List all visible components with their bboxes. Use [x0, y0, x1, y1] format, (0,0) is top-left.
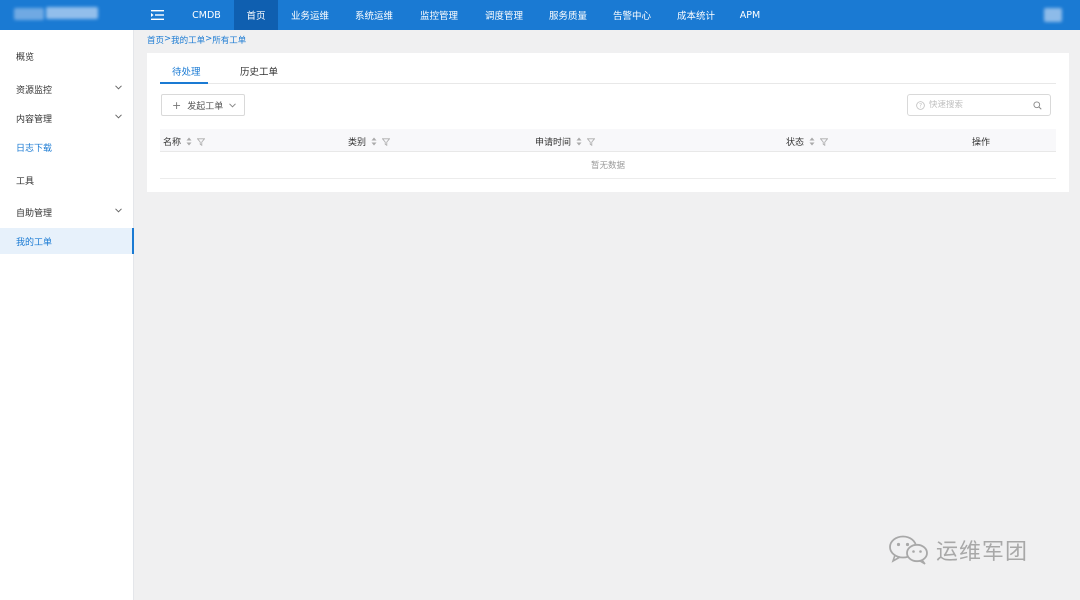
sidebar-item-label: 概览	[16, 52, 35, 63]
quick-search: ?	[907, 94, 1051, 116]
nav-item-monitoring[interactable]: 监控管理	[406, 0, 472, 30]
ticket-table: 名称 类别 申请时间 状态 操作 暂无数据	[160, 129, 1056, 179]
column-header-actions: 操作	[972, 135, 990, 148]
watermark: 运维军团	[888, 534, 1028, 566]
sidebar-item-label: 日志下载	[16, 143, 53, 154]
tab-active-indicator	[160, 82, 208, 84]
tab-history[interactable]: 历史工单	[240, 64, 278, 78]
column-label: 类别	[348, 138, 367, 148]
search-input[interactable]	[929, 100, 1029, 110]
breadcrumb-my-tickets[interactable]: 我的工单	[171, 34, 205, 46]
app-logo[interactable]	[0, 0, 135, 30]
table-empty-state: 暂无数据	[160, 152, 1056, 179]
column-header-category: 类别	[348, 135, 391, 148]
ticket-tabs: 待处理 历史工单	[160, 53, 1056, 84]
sidebar-item-tools[interactable]: 工具	[0, 167, 134, 193]
create-ticket-label: 发起工单	[187, 101, 224, 112]
chevron-down-icon	[115, 208, 122, 213]
svg-text:?: ?	[919, 103, 922, 109]
user-avatar[interactable]	[1044, 8, 1062, 22]
sidebar-item-my-tickets[interactable]: 我的工单	[0, 228, 134, 254]
sidebar-item-label: 资源监控	[16, 85, 53, 96]
column-label: 名称	[163, 138, 182, 148]
nav-item-cost-stats[interactable]: 成本统计	[664, 0, 728, 30]
nav-item-home[interactable]: 首页	[234, 0, 278, 30]
logo-image	[14, 8, 44, 20]
ticket-panel: 待处理 历史工单 + 发起工单 ? 名称 类别	[147, 53, 1069, 192]
help-circle-icon: ?	[916, 100, 925, 110]
wechat-icon	[889, 535, 928, 565]
sidebar-item-label: 内容管理	[16, 114, 53, 125]
sidebar-item-overview[interactable]: 概览	[0, 43, 134, 69]
create-ticket-button[interactable]: + 发起工单	[161, 94, 245, 116]
search-icon[interactable]	[1033, 101, 1042, 110]
chevron-down-icon	[229, 102, 237, 108]
nav-item-cmdb[interactable]: CMDB	[179, 0, 234, 30]
sidebar-item-resource-monitor[interactable]: 资源监控	[0, 76, 134, 102]
tab-pending[interactable]: 待处理	[172, 64, 201, 78]
nav-item-business-ops[interactable]: 业务运维	[278, 0, 342, 30]
menu-toggle-button[interactable]	[135, 0, 179, 30]
logo-text-blurred	[46, 7, 98, 19]
breadcrumb-separator: >	[205, 34, 213, 44]
nav-item-system-ops[interactable]: 系统运维	[342, 0, 406, 30]
nav-item-service-quality[interactable]: 服务质量	[536, 0, 600, 30]
sort-icon[interactable]	[576, 137, 582, 146]
sidebar-item-label: 我的工单	[16, 237, 53, 248]
sidebar-item-label: 自助管理	[16, 208, 53, 219]
watermark-text: 运维军团	[936, 540, 1029, 565]
column-label: 申请时间	[535, 138, 572, 148]
top-nav-menu: CMDB 首页 业务运维 系统运维 监控管理 调度管理 服务质量 告警中心 成本…	[179, 0, 772, 30]
breadcrumb-home[interactable]: 首页	[147, 34, 164, 46]
breadcrumb-separator: >	[164, 34, 172, 44]
breadcrumb-all-tickets[interactable]: 所有工单	[212, 34, 246, 46]
nav-item-alert-center[interactable]: 告警中心	[600, 0, 664, 30]
table-header: 名称 类别 申请时间 状态 操作	[160, 129, 1056, 152]
column-label: 状态	[786, 138, 805, 148]
filter-icon[interactable]	[382, 137, 391, 146]
chevron-down-icon	[115, 114, 122, 119]
column-label: 操作	[972, 138, 991, 148]
filter-icon[interactable]	[197, 137, 206, 146]
chevron-down-icon	[115, 85, 122, 90]
sort-icon[interactable]	[809, 137, 815, 146]
sidebar-item-label: 工具	[16, 176, 35, 187]
column-header-apply-time: 申请时间	[535, 135, 596, 148]
menu-fold-icon	[150, 10, 164, 20]
nav-item-scheduling[interactable]: 调度管理	[472, 0, 536, 30]
breadcrumb: 首页 > 我的工单 > 所有工单	[147, 34, 246, 46]
nav-item-apm[interactable]: APM	[728, 0, 772, 30]
column-header-status: 状态	[786, 135, 829, 148]
top-navbar: CMDB 首页 业务运维 系统运维 监控管理 调度管理 服务质量 告警中心 成本…	[0, 0, 1080, 30]
sidebar-item-self-service[interactable]: 自助管理	[0, 199, 134, 225]
sort-icon[interactable]	[371, 137, 377, 146]
plus-icon: +	[172, 98, 182, 112]
sidebar-item-content-mgmt[interactable]: 内容管理	[0, 105, 134, 131]
sort-icon[interactable]	[186, 137, 192, 146]
filter-icon[interactable]	[820, 137, 829, 146]
sidebar: 概览 资源监控 内容管理 日志下载 工具 自助管理 我的工单	[0, 30, 134, 600]
column-header-name: 名称	[163, 135, 206, 148]
filter-icon[interactable]	[587, 137, 596, 146]
sidebar-item-log-download[interactable]: 日志下载	[0, 134, 134, 160]
